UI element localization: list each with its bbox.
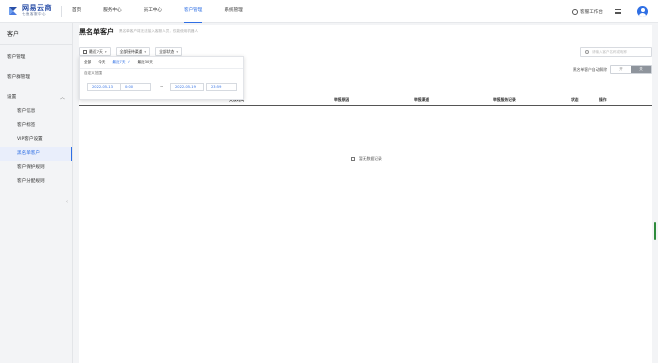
page-description: 黑名单客户将无法接入客服人员，仅能使用机器人 bbox=[119, 29, 199, 33]
quick-option-30-days[interactable]: 最近30天 bbox=[137, 60, 152, 65]
filter-toolbar: 最近7天 ▾ 全部接待渠道 ▾ 全部状态 ▾ bbox=[79, 47, 187, 56]
menu-icon[interactable] bbox=[615, 9, 621, 14]
logo[interactable]: 网易云商 七鱼客服中心 bbox=[7, 4, 52, 17]
empty-text: 暂无数据记录 bbox=[359, 156, 382, 161]
empty-icon bbox=[351, 157, 355, 161]
toggle-option-off[interactable]: 关 bbox=[631, 66, 651, 73]
sidebar-item-vip-settings[interactable]: VIP客户设置 bbox=[0, 133, 72, 147]
column-header: 举报渠道 bbox=[414, 97, 430, 102]
chevron-down-icon: ▾ bbox=[176, 49, 179, 54]
brand-title: 网易云商 bbox=[22, 4, 52, 12]
main-nav: 首页 服务中心 员工中心 客户管理 系统管理 bbox=[72, 0, 265, 23]
custom-range-label: 自定义范围 bbox=[84, 71, 102, 75]
date-filter-label: 最近7天 bbox=[89, 48, 103, 54]
sidebar-item-customer-groups[interactable]: 客户群管理 bbox=[0, 71, 72, 85]
chevron-down-icon: ▾ bbox=[104, 49, 107, 54]
empty-state: 暂无数据记录 bbox=[351, 156, 382, 162]
search-icon bbox=[585, 50, 589, 54]
workspace-link[interactable]: 客服工作台 bbox=[572, 8, 603, 15]
sidebar-item-customer-management[interactable]: 客户管理 bbox=[0, 51, 72, 65]
nav-staff-center[interactable]: 员工中心 bbox=[144, 0, 162, 23]
auto-lift-setting: 黑名单客户自动解除 开 关 bbox=[573, 65, 652, 74]
column-header: 操作 bbox=[599, 97, 607, 102]
end-time-input[interactable]: 23:59 bbox=[206, 83, 237, 91]
search-placeholder: 请输入客户名称或昵称 bbox=[592, 49, 627, 54]
column-header: 举报服务记录 bbox=[493, 97, 516, 102]
sidebar-group-label: 设置 bbox=[7, 95, 17, 100]
calendar-icon bbox=[83, 49, 87, 54]
quick-option-all[interactable]: 全部 bbox=[84, 60, 91, 65]
brand-subtitle: 七鱼客服中心 bbox=[22, 12, 46, 16]
sidebar-item-customer-info[interactable]: 客户信息 bbox=[0, 105, 72, 119]
status-filter-label: 全部状态 bbox=[159, 48, 175, 54]
headset-icon bbox=[572, 8, 579, 15]
end-date-input[interactable]: 2022-05-19 bbox=[170, 83, 204, 91]
dropdown-divider bbox=[80, 68, 243, 69]
auto-lift-toggle[interactable]: 开 关 bbox=[610, 65, 652, 74]
chevron-left-icon[interactable]: ‹ bbox=[66, 199, 68, 205]
sidebar-item-assignment-rules[interactable]: 客户分配规则 bbox=[0, 175, 72, 189]
nav-customer-management[interactable]: 客户管理 bbox=[183, 0, 203, 23]
check-icon: ✓ bbox=[127, 60, 131, 64]
logo-divider bbox=[61, 6, 62, 17]
sidebar-group-settings[interactable]: 设置 ︿ bbox=[0, 91, 72, 105]
sidebar-item-protection-rules[interactable]: 客户保护规则 bbox=[0, 161, 72, 175]
column-header: 状态 bbox=[571, 97, 579, 102]
date-filter-button[interactable]: 最近7天 ▾ bbox=[79, 47, 111, 56]
chevron-down-icon: ▾ bbox=[144, 49, 147, 54]
status-filter-select[interactable]: 全部状态 ▾ bbox=[155, 47, 183, 56]
sidebar-item-blacklist[interactable]: 黑名单客户 bbox=[0, 147, 72, 161]
nav-service-center[interactable]: 服务中心 bbox=[103, 0, 121, 23]
column-header: 举报原因 bbox=[334, 97, 350, 102]
channel-filter-select[interactable]: 全部接待渠道 ▾ bbox=[115, 47, 151, 56]
sidebar-title: 客户 bbox=[0, 23, 72, 45]
scroll-indicator[interactable] bbox=[654, 222, 656, 240]
start-time-input[interactable]: 0:00 bbox=[120, 83, 151, 91]
workspace-label: 客服工作台 bbox=[580, 9, 603, 15]
page: 网易云商 七鱼客服中心 首页 服务中心 员工中心 客户管理 系统管理 客服工作台… bbox=[0, 0, 658, 363]
nav-home[interactable]: 首页 bbox=[72, 0, 81, 23]
quick-option-7-days[interactable]: 最近7天 bbox=[112, 60, 125, 65]
start-date-input[interactable]: 2022-05-13 bbox=[87, 83, 121, 91]
range-separator: ~ bbox=[160, 84, 164, 89]
search-input[interactable]: 请输入客户名称或昵称 bbox=[580, 47, 652, 57]
chevron-up-icon: ︿ bbox=[59, 95, 65, 101]
date-range-dropdown: 全部 今天 最近7天 ✓ 最近30天 自定义范围 2022-05-13 0:00… bbox=[79, 56, 244, 100]
toggle-option-on[interactable]: 开 bbox=[611, 66, 631, 73]
auto-lift-label: 黑名单客户自动解除 bbox=[572, 66, 607, 72]
quick-option-today[interactable]: 今天 bbox=[98, 60, 105, 65]
logo-icon bbox=[9, 6, 17, 15]
nav-system-management[interactable]: 系统管理 bbox=[224, 0, 242, 23]
channel-filter-label: 全部接待渠道 bbox=[119, 48, 143, 54]
sidebar-item-customer-tags[interactable]: 客户标签 bbox=[0, 119, 72, 133]
user-avatar[interactable] bbox=[637, 6, 648, 17]
top-navbar: 网易云商 七鱼客服中心 首页 服务中心 员工中心 客户管理 系统管理 客服工作台 bbox=[0, 0, 658, 23]
page-title: 黑名单客户 bbox=[79, 28, 114, 36]
sidebar: 客户 客户管理 客户群管理 设置 ︿ 客户信息 客户标签 VIP客户设置 黑名单… bbox=[0, 23, 73, 363]
